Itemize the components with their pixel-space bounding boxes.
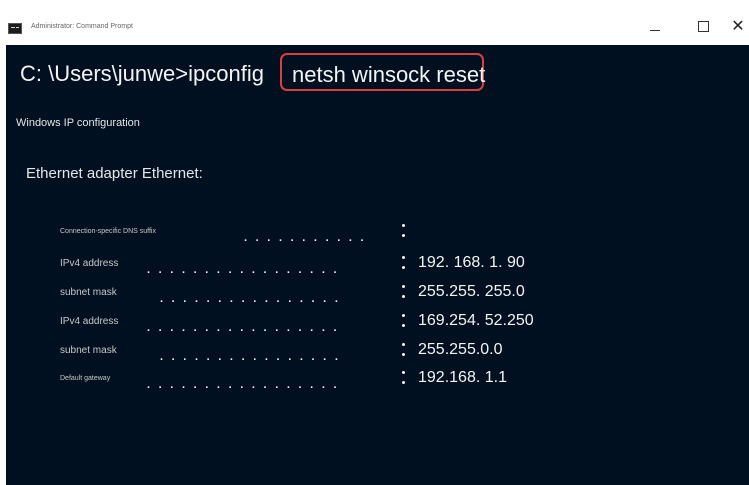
maximize-button[interactable] [688,14,718,40]
config-value: 255.255.0.0 [418,341,503,358]
config-label: IPv4 address [60,316,119,327]
config-value: 192. 168. 1. 90 [418,254,525,271]
minimize-icon [650,30,660,31]
dot-leader: ................. [147,264,346,276]
dot-leader: ................ [160,293,347,305]
highlighted-command: netsh winsock reset [292,62,486,87]
dot-leader: ................. [147,379,346,391]
config-row: IPv4 address ................. 169.254. … [6,312,749,339]
config-label: IPv4 address [60,258,119,269]
adapter-heading: Ethernet adapter Ethernet: [26,165,203,182]
dot-leader: ........... [244,232,373,244]
config-value: 255.255. 255.0 [418,283,525,300]
ip-config-heading: Windows IP configuration [16,117,140,129]
config-label: subnet mask [60,287,117,298]
config-value: 192.168. 1.1 [418,369,507,386]
dot-leader: ................ [160,351,347,363]
config-value: 169.254. 52.250 [418,312,534,329]
maximize-icon [698,21,709,32]
highlighted-command-box: netsh winsock reset [280,53,486,91]
command-prompt-window: Administrator: Command Prompt ✕ C: \User… [0,0,749,485]
config-label: Connection-specific DNS suffix [60,228,156,235]
config-row: subnet mask ................ 255.255. 25… [6,283,749,310]
title-bar[interactable]: Administrator: Command Prompt ✕ [0,0,749,45]
prompt-line: C: \Users\junwe>ipconfig [20,61,264,86]
minimize-button[interactable] [640,14,670,40]
config-row: Connection-specific DNS suffix .........… [6,224,749,249]
config-row: subnet mask ................ 255.255.0.0 [6,341,749,368]
close-button[interactable]: ✕ [727,14,749,40]
config-row: IPv4 address ................. 192. 168.… [6,254,749,281]
close-icon: ✕ [731,18,745,35]
config-label: Default gateway [60,375,111,382]
command-prompt-icon [8,23,22,34]
config-label: subnet mask [60,345,117,356]
terminal-output[interactable]: C: \Users\junwe>ipconfig netsh winsock r… [6,45,749,485]
config-row: Default gateway ................. 192.16… [6,369,749,396]
window-title: Administrator: Command Prompt [31,23,133,30]
dot-leader: ................. [147,322,346,334]
